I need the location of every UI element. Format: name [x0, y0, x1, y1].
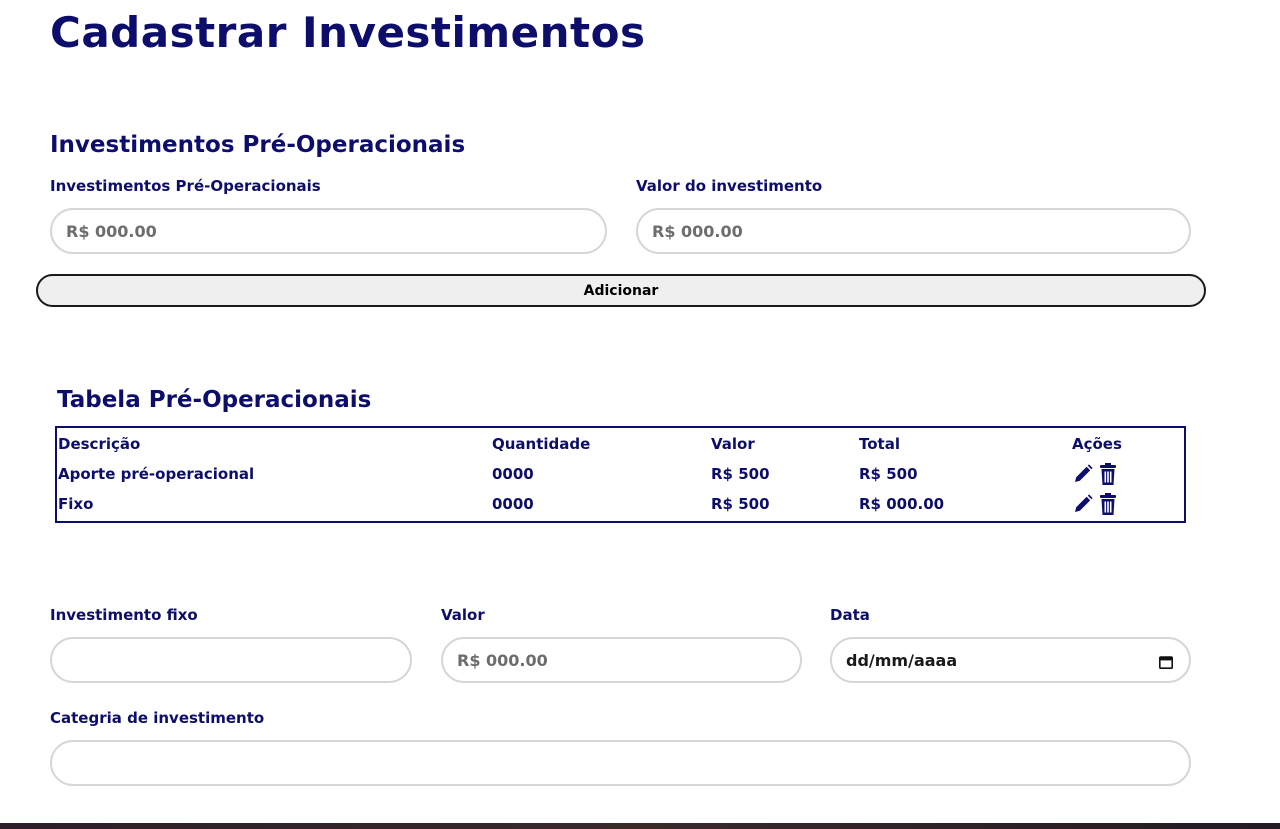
cell-actions: [1071, 489, 1184, 519]
investment-value-label: Valor do investimento: [636, 177, 823, 195]
trash-icon[interactable]: [1097, 492, 1119, 516]
cell-actions: [1071, 459, 1184, 489]
column-header-quantity: Quantidade: [492, 434, 591, 453]
cell-quantity: 0000: [492, 495, 534, 513]
cell-total: R$ 000.00: [859, 495, 945, 513]
cell-total: R$ 500: [859, 465, 918, 483]
investment-value-input[interactable]: [636, 208, 1191, 254]
table-row: Aporte pré-operacional 0000 R$ 500 R$ 50…: [57, 459, 1184, 489]
page-title: Cadastrar Investimentos: [50, 8, 646, 57]
table-row: Fixo 0000 R$ 500 R$ 000.00: [57, 489, 1184, 519]
fixed-investment-label: Investimento fixo: [50, 606, 198, 624]
fixed-value-input[interactable]: [441, 637, 802, 683]
pre-operational-table: Descrição Quantidade Valor Total Ações A…: [55, 426, 1186, 523]
category-input[interactable]: [50, 740, 1191, 786]
date-input-text: dd/mm/aaaa: [846, 650, 958, 670]
pencil-icon[interactable]: [1072, 462, 1094, 486]
calendar-icon[interactable]: [1159, 654, 1173, 669]
column-header-total: Total: [859, 434, 900, 453]
cell-value: R$ 500: [711, 495, 770, 513]
fixed-value-label: Valor: [441, 606, 485, 624]
pre-operational-section-title: Investimentos Pré-Operacionais: [50, 132, 466, 158]
add-button[interactable]: Adicionar: [36, 274, 1206, 307]
pre-operational-description-label: Investimentos Pré-Operacionais: [50, 177, 321, 195]
cell-quantity: 0000: [492, 465, 534, 483]
pre-operational-description-input[interactable]: [50, 208, 607, 254]
table-title: Tabela Pré-Operacionais: [57, 387, 372, 413]
bottom-bar: [0, 823, 1280, 829]
column-header-actions: Ações: [1072, 434, 1122, 453]
date-label: Data: [830, 606, 870, 624]
category-label: Categria de investimento: [50, 709, 265, 727]
cell-value: R$ 500: [711, 465, 770, 483]
date-input[interactable]: dd/mm/aaaa: [830, 637, 1191, 683]
cell-description: Fixo: [58, 495, 94, 513]
trash-icon[interactable]: [1097, 462, 1119, 486]
fixed-investment-input[interactable]: [50, 637, 412, 683]
column-header-description: Descrição: [58, 434, 141, 453]
cell-description: Aporte pré-operacional: [58, 465, 255, 483]
pencil-icon[interactable]: [1072, 492, 1094, 516]
column-header-value: Valor: [711, 434, 755, 453]
table-header-row: Descrição Quantidade Valor Total Ações: [57, 428, 1184, 459]
